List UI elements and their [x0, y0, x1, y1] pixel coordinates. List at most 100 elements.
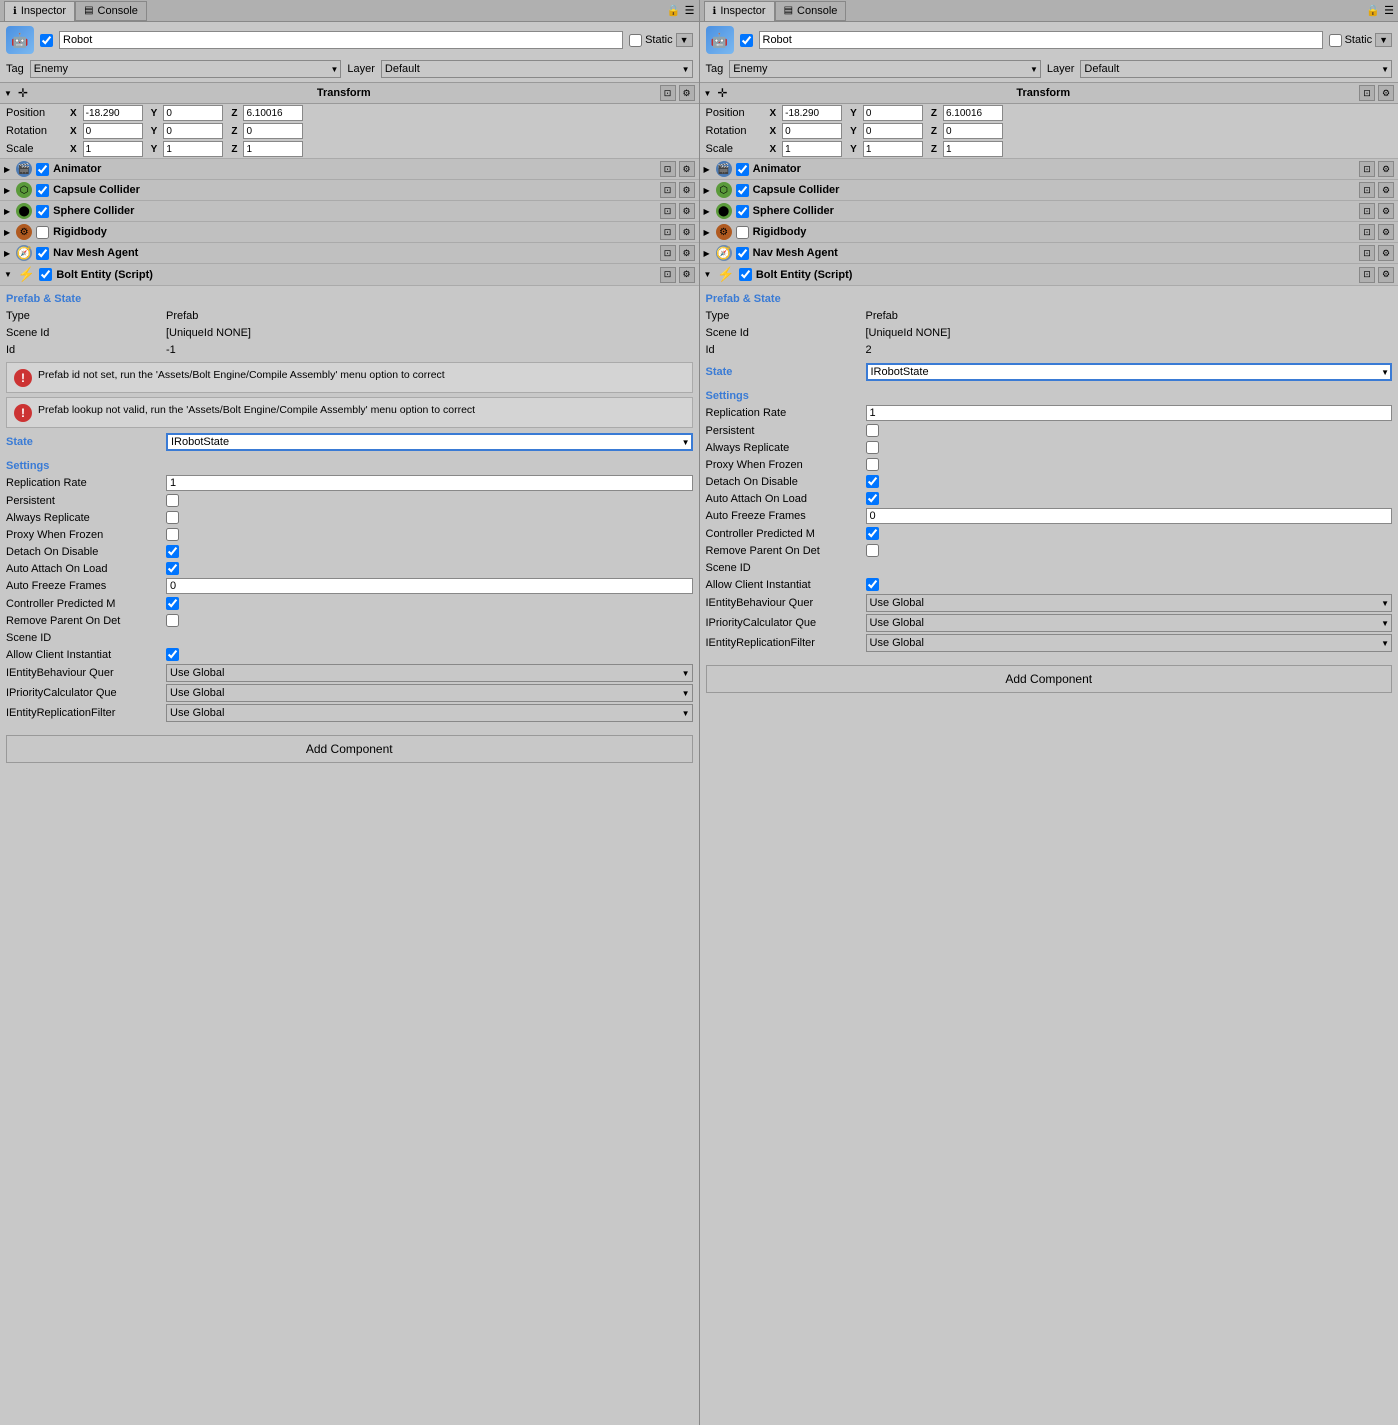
component-0-enabled-checkbox[interactable] [36, 163, 49, 176]
transform-rotation-z-input[interactable] [243, 123, 303, 139]
component-1-enabled-checkbox[interactable] [36, 184, 49, 197]
settings-input-0[interactable] [166, 475, 693, 491]
navmesh-enabled-checkbox[interactable] [736, 247, 749, 260]
tag-select[interactable]: Enemy [729, 60, 1041, 78]
component-2-ref-btn[interactable]: ⊡ [660, 203, 676, 219]
transform-section-header[interactable]: ▼ ✛ Transform ⊡ ⚙ [0, 82, 699, 104]
settings-checkbox-1[interactable] [166, 494, 179, 507]
settings-input-6[interactable] [866, 508, 1393, 524]
lock-icon[interactable]: 🔒 [1366, 4, 1380, 17]
settings-checkbox-8[interactable] [866, 544, 879, 557]
transform-ref-btn[interactable]: ⊡ [660, 85, 676, 101]
transform-position-y-input[interactable] [863, 105, 923, 121]
component-1-settings-btn[interactable]: ⚙ [1378, 182, 1394, 198]
bolt-entity-header[interactable]: ▼ ⚡ Bolt Entity (Script) ⊡ ⚙ [700, 263, 1398, 286]
settings-select-12[interactable]: Use Global [166, 684, 693, 702]
transform-rotation-x-input[interactable] [83, 123, 143, 139]
component-0-ref-btn[interactable]: ⊡ [1359, 161, 1375, 177]
component-row-rigidbody[interactable]: ▶⚙Rigidbody⊡⚙ [700, 221, 1398, 242]
settings-checkbox-4[interactable] [166, 545, 179, 558]
bolt-settings-btn[interactable]: ⚙ [679, 267, 695, 283]
settings-checkbox-7[interactable] [866, 527, 879, 540]
component-3-enabled-checkbox[interactable] [736, 226, 749, 239]
static-dropdown-arrow[interactable]: ▼ [1375, 33, 1392, 47]
transform-rotation-x-input[interactable] [782, 123, 842, 139]
component-row-sphere-collider[interactable]: ▶⬤Sphere Collider⊡⚙ [0, 200, 699, 221]
object-name-input[interactable] [759, 31, 1323, 49]
transform-scale-x-input[interactable] [83, 141, 143, 157]
settings-checkbox-10[interactable] [166, 648, 179, 661]
component-2-enabled-checkbox[interactable] [36, 205, 49, 218]
component-1-ref-btn[interactable]: ⊡ [1359, 182, 1375, 198]
settings-checkbox-3[interactable] [166, 528, 179, 541]
transform-section-header[interactable]: ▼ ✛ Transform ⊡ ⚙ [700, 82, 1398, 104]
transform-scale-y-input[interactable] [163, 141, 223, 157]
transform-position-z-input[interactable] [943, 105, 1003, 121]
component-row-capsule-collider[interactable]: ▶⬡Capsule Collider⊡⚙ [700, 179, 1398, 200]
settings-select-11[interactable]: Use Global [166, 664, 693, 682]
settings-input-6[interactable] [166, 578, 693, 594]
settings-select-11[interactable]: Use Global [866, 594, 1393, 612]
component-3-settings-btn[interactable]: ⚙ [1378, 224, 1394, 240]
component-2-ref-btn[interactable]: ⊡ [1359, 203, 1375, 219]
bolt-settings-btn[interactable]: ⚙ [1378, 267, 1394, 283]
nav-mesh-agent-row[interactable]: ▶ 🧭 Nav Mesh Agent ⊡ ⚙ [700, 242, 1398, 263]
transform-scale-z-input[interactable] [243, 141, 303, 157]
component-row-rigidbody[interactable]: ▶⚙Rigidbody⊡⚙ [0, 221, 699, 242]
component-3-ref-btn[interactable]: ⊡ [1359, 224, 1375, 240]
settings-checkbox-4[interactable] [866, 475, 879, 488]
component-3-settings-btn[interactable]: ⚙ [679, 224, 695, 240]
transform-settings-btn[interactable]: ⚙ [1378, 85, 1394, 101]
add-component-button[interactable]: Add Component [6, 735, 693, 763]
component-2-enabled-checkbox[interactable] [736, 205, 749, 218]
transform-rotation-z-input[interactable] [943, 123, 1003, 139]
transform-position-z-input[interactable] [243, 105, 303, 121]
transform-settings-btn[interactable]: ⚙ [679, 85, 695, 101]
menu-icon[interactable]: ☰ [685, 4, 695, 17]
settings-select-12[interactable]: Use Global [866, 614, 1393, 632]
navmesh-settings-btn[interactable]: ⚙ [1378, 245, 1394, 261]
lock-icon[interactable]: 🔒 [667, 4, 681, 17]
settings-checkbox-7[interactable] [166, 597, 179, 610]
tag-select[interactable]: Enemy [30, 60, 342, 78]
add-component-button[interactable]: Add Component [706, 665, 1393, 693]
transform-rotation-y-input[interactable] [863, 123, 923, 139]
tab-inspector[interactable]: ℹInspector [4, 1, 75, 21]
settings-input-0[interactable] [866, 405, 1393, 421]
settings-select-13[interactable]: Use Global [866, 634, 1393, 652]
layer-select[interactable]: Default [1080, 60, 1392, 78]
navmesh-ref-btn[interactable]: ⊡ [660, 245, 676, 261]
transform-position-x-input[interactable] [83, 105, 143, 121]
navmesh-ref-btn[interactable]: ⊡ [1359, 245, 1375, 261]
component-2-settings-btn[interactable]: ⚙ [679, 203, 695, 219]
component-1-settings-btn[interactable]: ⚙ [679, 182, 695, 198]
settings-checkbox-8[interactable] [166, 614, 179, 627]
settings-checkbox-2[interactable] [866, 441, 879, 454]
menu-icon[interactable]: ☰ [1384, 4, 1394, 17]
component-1-enabled-checkbox[interactable] [736, 184, 749, 197]
component-0-ref-btn[interactable]: ⊡ [660, 161, 676, 177]
state-select[interactable]: IRobotState [866, 363, 1393, 381]
component-3-ref-btn[interactable]: ⊡ [660, 224, 676, 240]
settings-checkbox-1[interactable] [866, 424, 879, 437]
tab-inspector[interactable]: ℹInspector [704, 1, 775, 21]
component-row-capsule-collider[interactable]: ▶⬡Capsule Collider⊡⚙ [0, 179, 699, 200]
bolt-enabled-checkbox[interactable] [39, 268, 52, 281]
navmesh-enabled-checkbox[interactable] [36, 247, 49, 260]
object-name-input[interactable] [59, 31, 623, 49]
static-checkbox[interactable] [1329, 34, 1342, 47]
component-2-settings-btn[interactable]: ⚙ [1378, 203, 1394, 219]
settings-checkbox-2[interactable] [166, 511, 179, 524]
bolt-ref-btn[interactable]: ⊡ [660, 267, 676, 283]
transform-position-x-input[interactable] [782, 105, 842, 121]
transform-rotation-y-input[interactable] [163, 123, 223, 139]
component-0-enabled-checkbox[interactable] [736, 163, 749, 176]
static-dropdown-arrow[interactable]: ▼ [676, 33, 693, 47]
object-enabled-checkbox[interactable] [740, 34, 753, 47]
component-3-enabled-checkbox[interactable] [36, 226, 49, 239]
transform-scale-y-input[interactable] [863, 141, 923, 157]
component-1-ref-btn[interactable]: ⊡ [660, 182, 676, 198]
transform-scale-x-input[interactable] [782, 141, 842, 157]
navmesh-settings-btn[interactable]: ⚙ [679, 245, 695, 261]
component-0-settings-btn[interactable]: ⚙ [1378, 161, 1394, 177]
